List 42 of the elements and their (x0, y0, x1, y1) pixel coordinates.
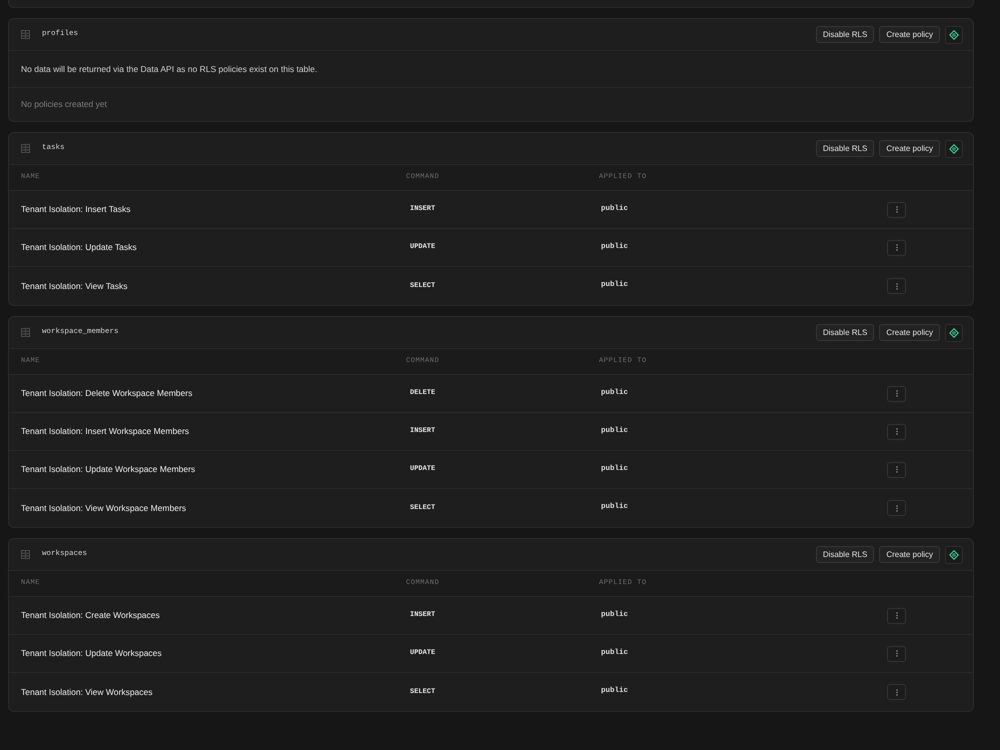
create-policy-button[interactable]: Create policy (879, 140, 940, 157)
more-actions-button[interactable] (887, 240, 906, 256)
table-grid-icon (21, 328, 30, 337)
more-actions-button[interactable] (887, 202, 906, 218)
policy-name: Tenant Isolation: Insert Workspace Members (21, 425, 190, 438)
policy-name: Tenant Isolation: View Workspace Members (21, 502, 186, 514)
disable-rls-button[interactable]: Disable RLS (816, 26, 874, 43)
policy-name: Tenant Isolation: View Workspaces (21, 686, 153, 698)
diamond-icon (949, 550, 959, 560)
policy-icon-button[interactable] (945, 324, 963, 342)
more-actions-button[interactable] (887, 386, 906, 402)
more-actions-button[interactable] (887, 608, 906, 624)
policy-name: Tenant Isolation: Create Workspaces (21, 609, 160, 622)
more-actions-button[interactable] (887, 278, 906, 294)
policy-name: Tenant Isolation: Insert Tasks (21, 203, 130, 216)
policy-name: Tenant Isolation: View Tasks (21, 280, 128, 292)
disable-rls-button[interactable]: Disable RLS (816, 324, 874, 341)
create-policy-button[interactable]: Create policy (879, 324, 940, 341)
table-grid-icon (21, 30, 30, 39)
more-actions-button[interactable] (887, 646, 906, 662)
more-actions-button[interactable] (887, 462, 906, 478)
policy-name: Tenant Isolation: Update Tasks (21, 241, 137, 254)
create-policy-button[interactable]: Create policy (879, 26, 940, 43)
table-grid-icon (21, 144, 30, 153)
disable-rls-button[interactable]: Disable RLS (816, 140, 874, 157)
policy-name: Tenant Isolation: Update Workspaces (21, 647, 162, 660)
notice-text: No data will be returned via the Data API as no RLS policies exist on this table. (21, 62, 318, 76)
create-policy-button[interactable]: Create policy (879, 546, 940, 563)
more-actions-button[interactable] (887, 500, 906, 516)
more-actions-button[interactable] (887, 684, 906, 700)
empty-state-text: No policies created yet (21, 98, 107, 111)
policy-name: Tenant Isolation: Update Workspace Members (21, 463, 196, 476)
policy-icon-button[interactable] (945, 140, 963, 158)
diamond-icon (949, 328, 959, 338)
more-actions-button[interactable] (887, 424, 906, 440)
diamond-icon (949, 144, 959, 154)
disable-rls-button[interactable]: Disable RLS (816, 546, 874, 563)
diamond-icon (949, 30, 959, 40)
table-grid-icon (21, 550, 30, 559)
policy-icon-button[interactable] (945, 26, 963, 44)
policy-icon-button[interactable] (945, 546, 963, 564)
policy-name: Tenant Isolation: Delete Workspace Members (21, 387, 192, 400)
